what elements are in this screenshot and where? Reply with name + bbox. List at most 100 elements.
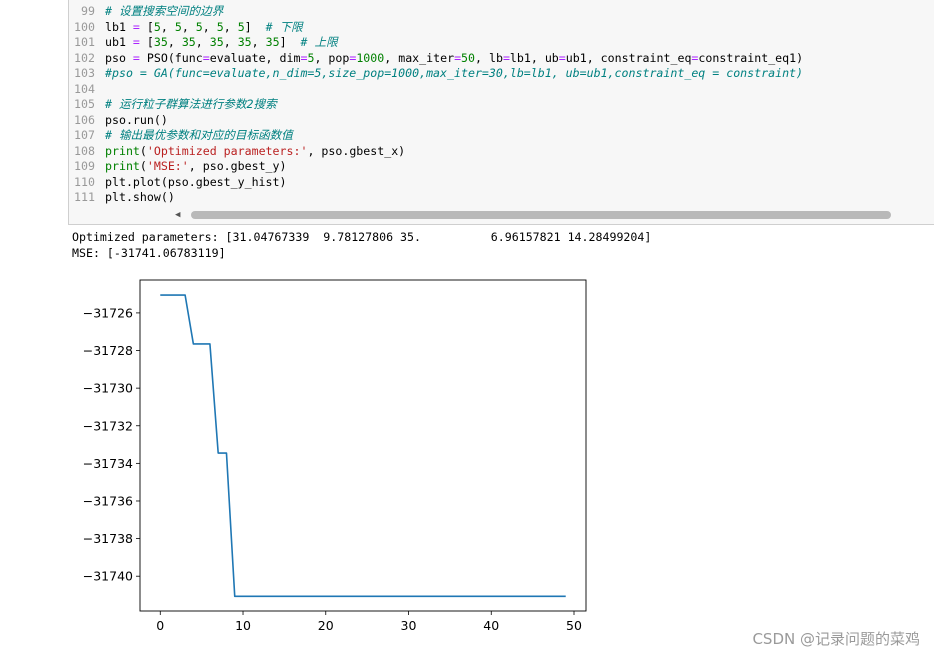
line-number: 108 xyxy=(74,143,95,158)
scroll-left-icon[interactable]: ◀ xyxy=(175,210,185,220)
code-line[interactable]: 110 plt.plot(pso.gbest_y_hist) xyxy=(69,175,934,191)
code-line[interactable]: 109 print('MSE:', pso.gbest_y) xyxy=(69,159,934,175)
code-token: 5 xyxy=(153,19,161,34)
y-tick-label: −31736 xyxy=(83,493,133,508)
x-tick-label: 30 xyxy=(401,618,417,633)
code-line[interactable]: 101 ub1 = [35, 35, 35, 35, 35] # 上限 xyxy=(69,35,934,51)
code-editor[interactable]: 99 # 设置搜索空间的边界 100 lb1 = [5, 5, 5, 5, 5] # … xyxy=(69,4,934,206)
code-token: 35 xyxy=(265,35,280,49)
code-token: 'MSE:' xyxy=(146,159,189,173)
line-number: 101 xyxy=(74,35,95,49)
code-token: 1000 xyxy=(356,50,385,65)
code-token: , xyxy=(160,19,175,34)
code-token: pso xyxy=(105,50,133,65)
code-token: , lb xyxy=(475,50,503,65)
code-token: 35 xyxy=(237,35,252,49)
line-number: 99 xyxy=(81,4,95,18)
y-tick-label: −31728 xyxy=(83,343,133,358)
scroll-thumb[interactable] xyxy=(191,211,891,219)
code-token: [ xyxy=(139,35,154,49)
line-number: 111 xyxy=(74,190,95,204)
cell-output: Optimized parameters: [31.04767339 9.781… xyxy=(72,230,651,261)
code-token: # 下限 xyxy=(265,19,303,34)
code-token: plt.plot(pso.gbest_y_hist) xyxy=(105,174,287,189)
line-number: 105 xyxy=(74,97,95,111)
code-token: 5 xyxy=(174,19,182,34)
code-line[interactable]: 100 lb1 = [5, 5, 5, 5, 5] # 下限 xyxy=(69,20,934,36)
code-token: = xyxy=(502,50,510,65)
line-number: 102 xyxy=(74,50,95,65)
code-token: , pso.gbest_x) xyxy=(307,143,406,158)
code-token: constraint_eq1) xyxy=(698,50,804,65)
line-number: 110 xyxy=(74,174,95,189)
code-token: print xyxy=(105,159,140,173)
code-token: ( xyxy=(139,159,147,173)
x-tick-label: 10 xyxy=(235,618,251,633)
y-tick-label: −31740 xyxy=(83,569,133,584)
code-cell[interactable]: 99 # 设置搜索空间的边界 100 lb1 = [5, 5, 5, 5, 5] # … xyxy=(68,0,934,225)
code-token: , xyxy=(181,19,196,34)
code-token: lb1 xyxy=(105,19,133,34)
code-token: 35 xyxy=(209,35,224,49)
code-line[interactable]: 107 # 输出最优参数和对应的目标函数值 xyxy=(69,128,934,144)
code-token: # 输出最优参数和对应的目标函数值 xyxy=(105,128,293,142)
code-line[interactable]: 108 print('Optimized parameters:', pso.gb… xyxy=(69,144,934,160)
code-line[interactable]: 111 plt.show() xyxy=(69,190,934,206)
code-token: = xyxy=(454,50,462,65)
watermark: CSDN @记录问题的菜鸡 xyxy=(752,630,920,648)
code-line[interactable]: 99 # 设置搜索空间的边界 xyxy=(69,4,934,20)
code-token: , xyxy=(251,35,266,49)
code-token: 35 xyxy=(181,35,196,49)
code-line[interactable]: 103 #pso = GA(func=evaluate,n_dim=5,size_… xyxy=(69,66,934,82)
code-token: PSO(func xyxy=(139,50,203,65)
code-token: pso.run() xyxy=(105,112,168,127)
line-number: 107 xyxy=(74,128,95,142)
series-line xyxy=(160,294,566,598)
code-token: lb1, ub xyxy=(509,50,559,65)
code-token: , pso.gbest_y) xyxy=(188,159,287,173)
code-token: , xyxy=(223,19,238,34)
line-number: 106 xyxy=(74,112,95,127)
code-token: 5 xyxy=(195,19,203,34)
code-token: = xyxy=(132,50,140,65)
code-token: plt.show() xyxy=(105,190,175,204)
output-line-params: Optimized parameters: [31.04767339 9.781… xyxy=(72,230,652,244)
code-token: ub1, constraint_eq xyxy=(565,50,692,65)
x-tick-label: 0 xyxy=(156,618,164,633)
code-token: = xyxy=(558,50,566,65)
code-token: 35 xyxy=(153,35,168,49)
y-tick-label: −31730 xyxy=(83,381,133,396)
code-token: ( xyxy=(139,143,147,158)
horizontal-scrollbar[interactable]: ◀ xyxy=(175,208,897,222)
line-number: 109 xyxy=(74,159,95,173)
x-tick-label: 20 xyxy=(318,618,334,633)
code-token: 50 xyxy=(461,50,476,65)
code-token: = xyxy=(132,35,140,49)
code-token: ] xyxy=(244,19,266,34)
code-token: # 上限 xyxy=(300,35,338,49)
code-line[interactable]: 105 # 运行粒子群算法进行参数2搜索 xyxy=(69,97,934,113)
code-token: , pop xyxy=(314,50,350,65)
code-token: , xyxy=(223,35,238,49)
line-number: 104 xyxy=(74,81,95,96)
y-tick-label: −31734 xyxy=(83,456,133,471)
code-token: = xyxy=(132,19,140,34)
x-tick-label: 50 xyxy=(566,618,582,633)
code-token: = xyxy=(202,50,210,65)
plot-frame xyxy=(139,279,587,612)
code-token: , max_iter xyxy=(384,50,455,65)
convergence-chart: 0 10 20 30 40 50 −31726 −31728 −31730 −31732 −3173… xyxy=(83,279,587,633)
code-line[interactable]: 104 xyxy=(69,82,934,98)
output-line-mse: MSE: [-31741.06783119] xyxy=(72,245,226,260)
code-line[interactable]: 102 pso = PSO(func=evaluate, dim=5, pop=1… xyxy=(69,51,934,67)
code-token: # 运行粒子群算法进行参数2搜索 xyxy=(105,97,277,111)
line-number: 103 xyxy=(74,66,95,80)
code-token: , xyxy=(195,35,210,49)
y-tick-label: −31732 xyxy=(83,418,133,433)
code-token: 5 xyxy=(237,19,245,34)
code-token: print xyxy=(105,143,140,158)
code-token: 5 xyxy=(216,19,224,34)
code-line[interactable]: 106 pso.run() xyxy=(69,113,934,129)
code-token: [ xyxy=(139,19,154,34)
code-token: #pso = GA(func=evaluate,n_dim=5,size_pop… xyxy=(105,66,804,80)
